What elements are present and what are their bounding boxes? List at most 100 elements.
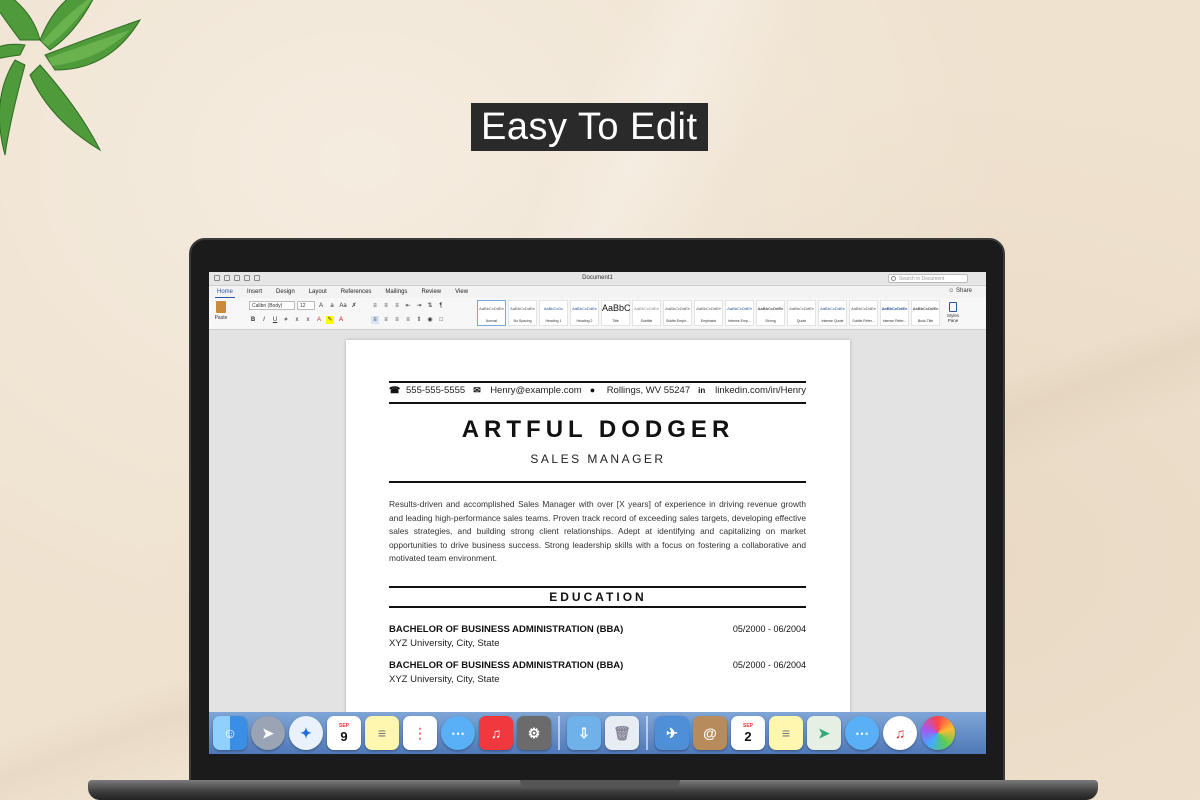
highlight-icon[interactable]: ✎ <box>326 316 334 324</box>
downloads-folder-icon[interactable]: ⇩ <box>567 716 601 750</box>
paste-label: Paste <box>214 315 228 321</box>
align-left-icon[interactable]: ≡ <box>371 316 379 324</box>
clear-format-icon[interactable]: ✗ <box>350 302 358 310</box>
messages-icon[interactable]: ⋯ <box>845 716 879 750</box>
style-name: Quote <box>796 319 807 323</box>
style-title[interactable]: AaBbC Title <box>601 300 631 326</box>
notes-icon[interactable]: ≡ <box>365 716 399 750</box>
style-sample: AaBbCcDdEe <box>820 306 845 311</box>
document-page[interactable]: ☎ 555-555-5555 ✉ Henry@example.com ● Rol… <box>346 340 850 754</box>
style-heading-2[interactable]: AaBbCcDdEe Heading 2 <box>570 300 599 326</box>
tab-home[interactable]: Home <box>215 286 236 298</box>
trash-icon[interactable]: 🗑 <box>605 716 639 750</box>
line-spacing-icon[interactable]: ⇕ <box>415 316 423 324</box>
education-heading: EDUCATION <box>549 590 647 604</box>
style-name: Subtitle <box>640 319 653 323</box>
text-effects-icon[interactable]: A <box>315 316 323 324</box>
tab-review[interactable]: Review <box>419 286 443 298</box>
plant-decoration <box>0 0 142 156</box>
decrease-indent-icon[interactable]: ⇤ <box>404 302 412 310</box>
dock-separator <box>646 716 648 750</box>
style-book-title[interactable]: AaBbCcDdEe Book Title <box>911 300 940 326</box>
calendar-icon[interactable]: SEP 2 <box>731 716 765 750</box>
safari-icon[interactable]: ✦ <box>289 716 323 750</box>
itunes-icon[interactable]: ♫ <box>883 716 917 750</box>
calendar-icon[interactable]: SEP 9 <box>327 716 361 750</box>
name-divider <box>389 481 806 483</box>
envelope-icon: ✉ <box>473 385 481 395</box>
style-strong[interactable]: AaBbCcDdEe Strong <box>756 300 785 326</box>
italic-icon[interactable]: I <box>260 316 268 324</box>
style-no-spacing[interactable]: AaBbCcDdEe No Spacing <box>508 300 537 326</box>
justify-icon[interactable]: ≡ <box>404 316 412 324</box>
style-emphasis[interactable]: AaBbCcDdEe Emphasis <box>694 300 723 326</box>
style-name: Strong <box>765 319 776 323</box>
phone-text: 555-555-5555 <box>406 385 466 396</box>
superscript-icon[interactable]: x <box>304 316 312 324</box>
pilcrow-icon[interactable]: ¶ <box>437 302 445 310</box>
styles-pane-icon <box>949 302 957 312</box>
shading-icon[interactable]: ◉ <box>426 316 434 324</box>
notes-icon[interactable]: ≡ <box>769 716 803 750</box>
search-input[interactable]: Search in Document <box>888 274 968 283</box>
borders-icon[interactable]: □ <box>437 316 445 324</box>
style-normal[interactable]: AaBbCcDdEe Normal <box>477 300 506 326</box>
style-name: Intense Refer... <box>882 319 907 323</box>
photos-icon[interactable] <box>921 716 955 750</box>
styles-pane-button[interactable]: Styles Pane <box>945 302 961 323</box>
tab-design[interactable]: Design <box>274 286 297 298</box>
style-quote[interactable]: AaBbCcDdEe Quote <box>787 300 816 326</box>
style-intense-emphasis[interactable]: AaBbCcDdEe Intense Emp... <box>725 300 754 326</box>
contact-phone: ☎ 555-555-5555 <box>389 385 465 396</box>
shrink-font-icon[interactable]: a <box>328 302 336 310</box>
strikethrough-icon[interactable]: ≠ <box>282 316 290 324</box>
maps-icon[interactable]: ➤ <box>807 716 841 750</box>
tab-view[interactable]: View <box>453 286 470 298</box>
search-placeholder: Search in Document <box>899 276 945 282</box>
style-intense-reference[interactable]: AaBbCcDdEe Intense Refer... <box>880 300 909 326</box>
increase-indent-icon[interactable]: ⇥ <box>415 302 423 310</box>
font-size-select[interactable]: 12 <box>297 301 315 310</box>
align-right-icon[interactable]: ≡ <box>393 316 401 324</box>
grow-font-icon[interactable]: A <box>317 302 325 310</box>
align-center-icon[interactable]: ≡ <box>382 316 390 324</box>
contacts-icon[interactable]: @ <box>693 716 727 750</box>
paste-button[interactable]: Paste <box>214 301 228 327</box>
contact-email: ✉ Henry@example.com <box>473 385 581 396</box>
launchpad-icon[interactable]: ➤ <box>251 716 285 750</box>
tab-insert[interactable]: Insert <box>245 286 264 298</box>
style-subtle-emphasis[interactable]: AaBbCcDdEe Subtle Emph... <box>663 300 692 326</box>
subscript-icon[interactable]: x <box>293 316 301 324</box>
style-intense-quote[interactable]: AaBbCcDdEe Intense Quote <box>818 300 847 326</box>
multilevel-list-icon[interactable]: ≡ <box>393 302 401 310</box>
style-subtitle[interactable]: AaBbCcDdEe Subtitle <box>632 300 661 326</box>
share-label: Share <box>955 288 972 294</box>
font-name-select[interactable]: Calibri (Body) <box>249 301 295 310</box>
share-button[interactable]: ☺ Share <box>948 288 972 294</box>
education-entry: BACHELOR OF BUSINESS ADMINISTRATION (BBA… <box>389 624 806 649</box>
style-subtle-reference[interactable]: AaBbCcDdEe Subtle Refer... <box>849 300 878 326</box>
reminders-icon[interactable]: ⋮ <box>403 716 437 750</box>
laptop-screen: Document1 Search in Document Home Insert… <box>209 272 986 754</box>
preview-icon[interactable]: ✈ <box>655 716 689 750</box>
font-color-icon[interactable]: A <box>337 316 345 324</box>
change-case-icon[interactable]: Aa <box>339 302 347 310</box>
degree-dates: 05/2000 - 06/2004 <box>732 660 806 670</box>
tab-references[interactable]: References <box>339 286 374 298</box>
music-icon[interactable]: ♫ <box>479 716 513 750</box>
messages-icon[interactable]: ⋯ <box>441 716 475 750</box>
tab-layout[interactable]: Layout <box>307 286 329 298</box>
bold-icon[interactable]: B <box>249 316 257 324</box>
numbering-icon[interactable]: ≡ <box>382 302 390 310</box>
bullets-icon[interactable]: ≡ <box>371 302 379 310</box>
tab-mailings[interactable]: Mailings <box>383 286 409 298</box>
sort-icon[interactable]: ⇅ <box>426 302 434 310</box>
finder-icon[interactable]: ☺ <box>213 716 247 750</box>
style-name: Heading 1 <box>545 319 562 323</box>
style-sample: AaBbCcDdEe <box>634 306 659 311</box>
search-icon <box>891 276 896 281</box>
document-canvas[interactable]: ☎ 555-555-5555 ✉ Henry@example.com ● Rol… <box>209 330 986 754</box>
underline-icon[interactable]: U <box>271 316 279 324</box>
style-heading-1[interactable]: AaBbCcDc Heading 1 <box>539 300 568 326</box>
system-preferences-icon[interactable]: ⚙ <box>517 716 551 750</box>
